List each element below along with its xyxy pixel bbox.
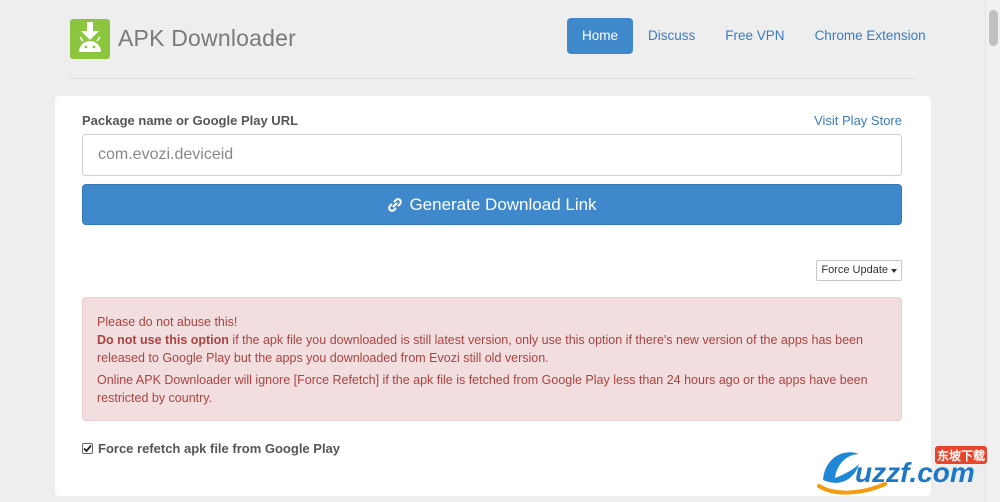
- alert-line-2: Do not use this option if the apk file y…: [97, 331, 887, 367]
- alert-line-3: Online APK Downloader will ignore [Force…: [97, 373, 868, 405]
- top-nav: Home Discuss Free VPN Chrome Extension: [567, 18, 941, 54]
- site-header: APK Downloader Home Discuss Free VPN Chr…: [0, 0, 985, 80]
- watermark-text: uzzf.com: [855, 457, 975, 488]
- caret-down-icon: [891, 268, 897, 273]
- package-url-input[interactable]: [82, 134, 902, 176]
- nav-chrome-extension[interactable]: Chrome Extension: [800, 18, 941, 54]
- force-refetch-checkbox[interactable]: [82, 443, 93, 454]
- brand-title[interactable]: APK Downloader: [118, 25, 296, 52]
- generate-button-label: Generate Download Link: [409, 194, 597, 214]
- scroll-thumb[interactable]: [989, 10, 998, 46]
- dropdown-label: Force Update: [821, 264, 888, 276]
- header-divider: [70, 78, 916, 79]
- force-update-dropdown[interactable]: Force Update: [816, 260, 902, 281]
- link-icon: [387, 197, 403, 213]
- force-refetch-option[interactable]: Force refetch apk file from Google Play: [82, 441, 340, 456]
- visit-play-store-link[interactable]: Visit Play Store: [814, 113, 902, 128]
- abuse-warning-alert: Please do not abuse this! Do not use thi…: [82, 297, 902, 421]
- package-field-label: Package name or Google Play URL: [82, 113, 299, 128]
- download-panel: Package name or Google Play URL Visit Pl…: [55, 96, 931, 496]
- force-refetch-label: Force refetch apk file from Google Play: [98, 441, 341, 456]
- nav-free-vpn[interactable]: Free VPN: [710, 18, 799, 54]
- nav-discuss[interactable]: Discuss: [633, 18, 710, 54]
- page-scrollbar[interactable]: [985, 0, 1000, 502]
- android-download-logo-icon[interactable]: [70, 19, 110, 59]
- generate-download-link-button[interactable]: Generate Download Link: [82, 184, 902, 225]
- alert-bold-text: Do not use this option: [97, 333, 229, 347]
- nav-home[interactable]: Home: [567, 18, 634, 54]
- alert-line-1: Please do not abuse this!: [97, 315, 238, 329]
- checkmark-icon: [83, 444, 92, 453]
- uzzf-watermark-logo-icon: 东坡下载 uzzf.com: [817, 446, 987, 495]
